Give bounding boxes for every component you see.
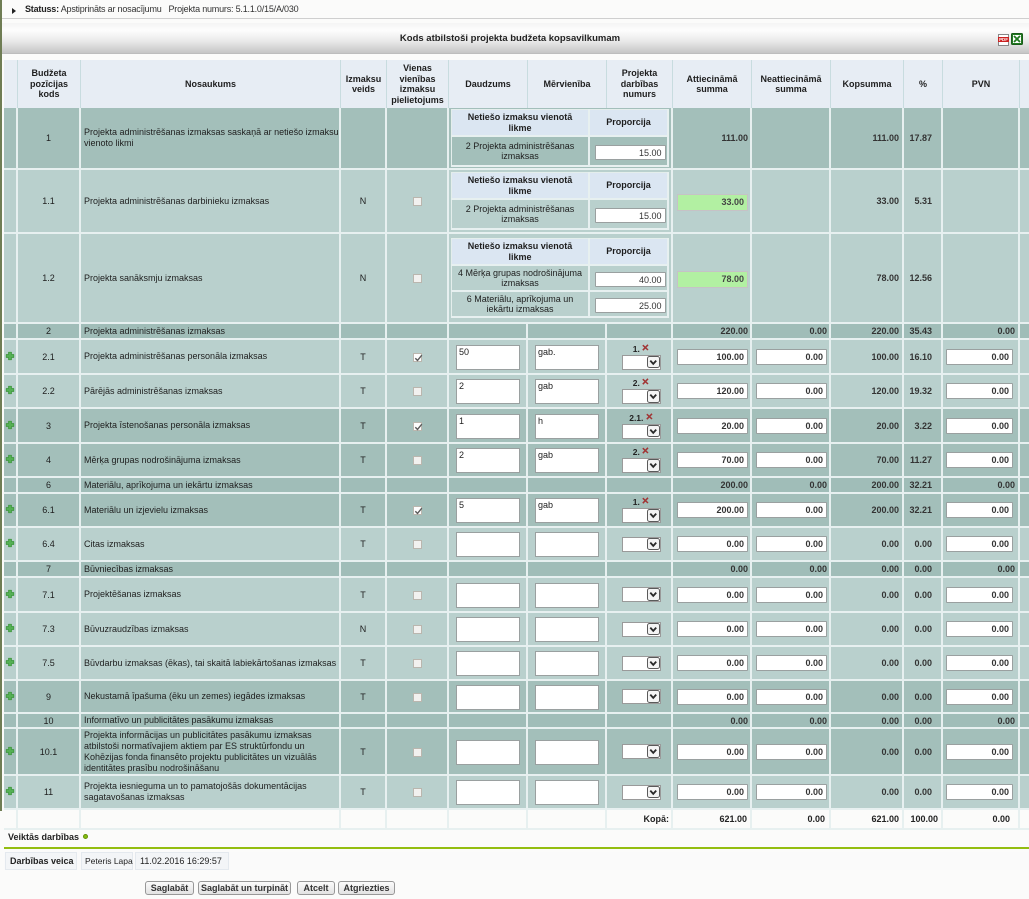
svg-text:PDF: PDF <box>999 37 1008 42</box>
